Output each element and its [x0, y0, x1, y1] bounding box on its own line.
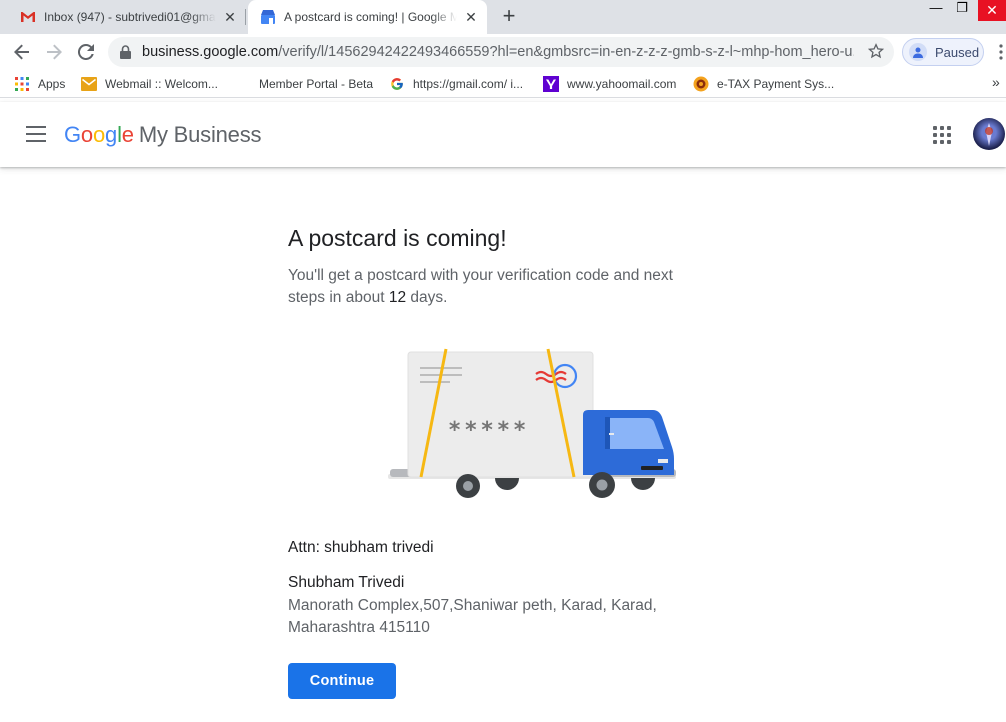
logo-letter: G — [64, 122, 81, 147]
bookmark-webmail[interactable]: Webmail :: Welcom... — [81, 76, 218, 92]
bookmark-etax[interactable]: e-TAX Payment Sys... — [693, 76, 834, 92]
bookmark-apps[interactable]: Apps — [14, 76, 65, 92]
bookmark-label: Apps — [38, 77, 66, 91]
logo-letter: o — [92, 122, 106, 147]
new-tab-button[interactable]: + — [498, 5, 520, 27]
logo-letter: o — [80, 122, 93, 147]
bookmark-label: https://gmail.com/ i... — [413, 77, 524, 91]
bookmark-label: e-TAX Payment Sys... — [717, 77, 835, 91]
bookmark-yahoomail[interactable]: www.yahoomail.com — [543, 76, 676, 92]
tab-separator — [245, 9, 246, 25]
google-apps-icon[interactable] — [933, 126, 951, 144]
profile-status-label: Paused — [935, 44, 980, 60]
url-host: business.google.com — [142, 44, 279, 60]
product-name: My Business — [138, 122, 262, 147]
logo-letter: g — [105, 122, 118, 147]
description-suffix: days. — [406, 289, 448, 306]
tab-google-my-business[interactable]: A postcard is coming! | Google My Busine… — [248, 0, 487, 34]
close-window-icon[interactable]: ✕ — [978, 0, 1006, 21]
lock-icon — [120, 45, 131, 64]
hamburger-menu-icon[interactable] — [26, 126, 46, 142]
mail-envelope-icon — [81, 76, 97, 92]
postcard-truck-illustration: ***** — [388, 347, 678, 507]
bookmark-member-portal[interactable]: Member Portal - Beta — [259, 76, 373, 92]
minimize-window-icon[interactable]: — — [922, 0, 950, 22]
address-line-1: Manorath Complex,507,Shaniwar peth, Kara… — [288, 597, 657, 614]
bookmarks-overflow-button[interactable]: » — [992, 74, 1000, 90]
page-title: A postcard is coming! — [288, 225, 507, 251]
account-avatar[interactable] — [973, 118, 1005, 150]
address-bar[interactable]: business.google.com/verify/l/14562942422… — [108, 37, 894, 67]
reload-icon[interactable] — [74, 40, 98, 64]
tab-gmail[interactable]: Inbox (947) - subtrivedi01@gmail.com - G… — [8, 0, 244, 34]
business-name: Shubham Trivedi — [288, 574, 405, 591]
description-text: You'll get a postcard with your verifica… — [288, 267, 673, 306]
address-line-2: Maharashtra 415110 — [288, 619, 430, 636]
google-g-icon — [389, 76, 405, 92]
profile-avatar-icon — [909, 43, 927, 61]
bookmark-star-icon[interactable] — [867, 43, 885, 64]
profile-paused-button[interactable]: Paused — [902, 38, 984, 66]
google-my-business-logo[interactable]: Google My Business — [64, 122, 262, 148]
bookmark-label: www.yahoomail.com — [567, 77, 677, 91]
apps-grid-icon — [14, 76, 30, 92]
bookmark-gmail[interactable]: https://gmail.com/ i... — [389, 76, 523, 92]
business-address: Manorath Complex,507,Shaniwar peth, Kara… — [288, 595, 688, 639]
browser-toolbar: business.google.com/verify/l/14562942422… — [0, 34, 1006, 70]
close-tab-icon[interactable]: ✕ — [222, 9, 238, 25]
yahoo-icon — [543, 76, 559, 92]
days-count: 12 — [388, 289, 407, 306]
page-description: You'll get a postcard with your verifica… — [288, 265, 708, 309]
etax-icon — [693, 76, 709, 92]
tab-title: A postcard is coming! | Google My Busine… — [284, 10, 457, 24]
bookmarks-bar: Apps Webmail :: Welcom... Member Portal … — [0, 70, 1006, 98]
postcard-code: ***** — [448, 418, 529, 443]
browser-menu-icon[interactable] — [998, 44, 1006, 65]
logo-letter: e — [121, 122, 134, 147]
bookmark-label: Webmail :: Welcom... — [105, 77, 218, 91]
bookmark-label: Member Portal - Beta — [259, 77, 374, 91]
forward-arrow-icon[interactable] — [42, 40, 66, 64]
google-my-business-icon — [260, 9, 276, 25]
close-tab-icon[interactable]: ✕ — [463, 9, 479, 25]
url-path: /verify/l/14562942422493466559?hl=en&gmb… — [278, 44, 854, 60]
attention-line: Attn: shubham trivedi — [288, 539, 434, 556]
back-arrow-icon[interactable] — [10, 40, 34, 64]
tab-strip: Inbox (947) - subtrivedi01@gmail.com - G… — [0, 0, 1006, 34]
tab-title: Inbox (947) - subtrivedi01@gmail.com - G… — [44, 10, 216, 24]
restore-window-icon[interactable]: ❐ — [948, 0, 976, 22]
url-text: business.google.com/verify/l/14562942422… — [142, 44, 854, 60]
gmail-icon — [20, 9, 36, 25]
continue-button[interactable]: Continue — [288, 663, 396, 699]
app-header: Google My Business — [0, 102, 1006, 167]
